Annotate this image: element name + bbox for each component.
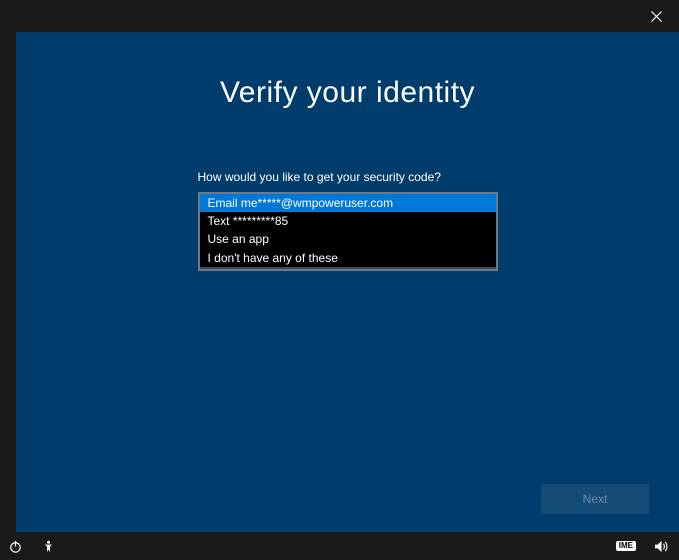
- option-email[interactable]: Email me*****@wmpoweruser.com: [200, 194, 496, 212]
- ime-indicator[interactable]: IME: [616, 541, 636, 551]
- security-code-prompt: How would you like to get your security …: [198, 170, 498, 184]
- security-code-method-select[interactable]: Email me*****@wmpoweruser.com Text *****…: [198, 192, 498, 271]
- volume-icon[interactable]: [654, 539, 671, 554]
- taskbar-left: [8, 539, 56, 554]
- option-none[interactable]: I don't have any of these: [200, 249, 496, 267]
- option-text[interactable]: Text *********85: [200, 212, 496, 230]
- power-icon[interactable]: [8, 539, 23, 554]
- option-app[interactable]: Use an app: [200, 230, 496, 248]
- taskbar-right: IME: [616, 539, 671, 554]
- page-title: Verify your identity: [16, 76, 679, 110]
- close-button[interactable]: [633, 0, 679, 32]
- titlebar: [0, 0, 679, 32]
- taskbar: IME: [0, 532, 679, 560]
- dropdown-scrollbar: [200, 267, 496, 269]
- verify-content: How would you like to get your security …: [198, 170, 498, 271]
- main-panel: Verify your identity How would you like …: [16, 32, 679, 532]
- close-icon: [651, 11, 662, 22]
- next-button[interactable]: Next: [541, 484, 649, 514]
- ime-badge: IME: [616, 541, 636, 551]
- ease-of-access-icon[interactable]: [41, 539, 56, 554]
